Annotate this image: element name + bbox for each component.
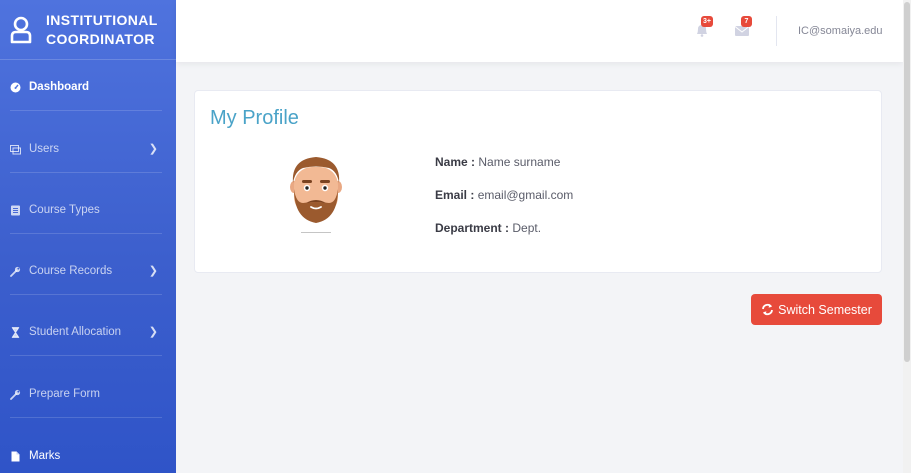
sidebar-divider [10,233,162,234]
wrench-icon [10,266,21,277]
alerts-button[interactable]: 3+ [694,16,713,37]
sidebar-item-users[interactable]: Users ❯ [0,139,176,159]
sidebar-item-label: Course Records [29,265,113,277]
department-value: Dept. [512,221,542,235]
name-label: Name : [435,155,476,169]
profile-department: Department : Dept. [435,221,541,235]
sidebar-item-label: Course Types [29,204,100,216]
profile-card: My Profile Name : Name surname Email : e… [194,90,882,273]
sidebar-divider [10,110,162,111]
sidebar-item-course-types[interactable]: Course Types [0,200,176,220]
sidebar-item-label: Prepare Form [29,388,100,400]
topbar-divider [776,16,777,46]
sidebar-divider [10,294,162,295]
switch-semester-label: Switch Semester [778,302,872,317]
profile-email: Email : email@gmail.com [435,188,573,202]
brand-title: INSTITUTIONAL COORDINATOR [46,11,158,49]
sidebar-item-course-records[interactable]: Course Records ❯ [0,261,176,281]
sidebar-divider [10,417,162,418]
topbar: 3+ 7 IC@somaiya.edu [176,0,903,62]
user-email[interactable]: IC@somaiya.edu [798,25,883,37]
sidebar-item-label: Users [29,143,60,155]
sidebar-divider [10,355,162,356]
sidebar-item-prepare-form[interactable]: Prepare Form [0,384,176,404]
alerts-badge: 3+ [701,16,713,27]
name-value: Name surname [478,155,561,169]
messages-badge: 7 [741,16,752,27]
hourglass-icon [10,326,21,338]
department-label: Department : [435,221,510,235]
wrench-icon [10,389,21,400]
profile-name: Name : Name surname [435,155,560,169]
sidebar-item-label: Marks [29,450,61,462]
sidebar: INSTITUTIONAL COORDINATOR Dashboard User… [0,0,176,473]
user-icon [10,16,32,43]
chevron-right-icon: ❯ [148,143,158,155]
sidebar-item-marks[interactable]: Marks [0,446,176,466]
sidebar-item-label: Dashboard [29,81,90,93]
sidebar-divider [10,172,162,173]
sync-icon [762,303,774,316]
chevron-right-icon: ❯ [148,326,158,338]
email-value: email@gmail.com [477,188,574,202]
brand-line-1: INSTITUTIONAL [46,11,158,28]
page-scrollbar[interactable] [903,0,911,473]
chevron-right-icon: ❯ [148,265,158,277]
messages-button[interactable]: 7 [734,16,752,37]
list-icon [10,205,21,216]
brand-line-2: COORDINATOR [46,30,155,47]
sidebar-item-dashboard[interactable]: Dashboard [0,77,176,97]
file-icon [10,451,21,462]
tachometer-icon [10,82,21,93]
sidebar-brand[interactable]: INSTITUTIONAL COORDINATOR [0,0,176,60]
email-label: Email : [435,188,475,202]
users-icon [10,144,21,155]
page-title: My Profile [210,107,299,129]
scrollbar-thumb[interactable] [904,2,910,362]
switch-semester-button[interactable]: Switch Semester [751,294,882,325]
avatar [290,157,342,233]
sidebar-item-label: Student Allocation [29,326,122,338]
sidebar-item-student-allocation[interactable]: Student Allocation ❯ [0,322,176,342]
